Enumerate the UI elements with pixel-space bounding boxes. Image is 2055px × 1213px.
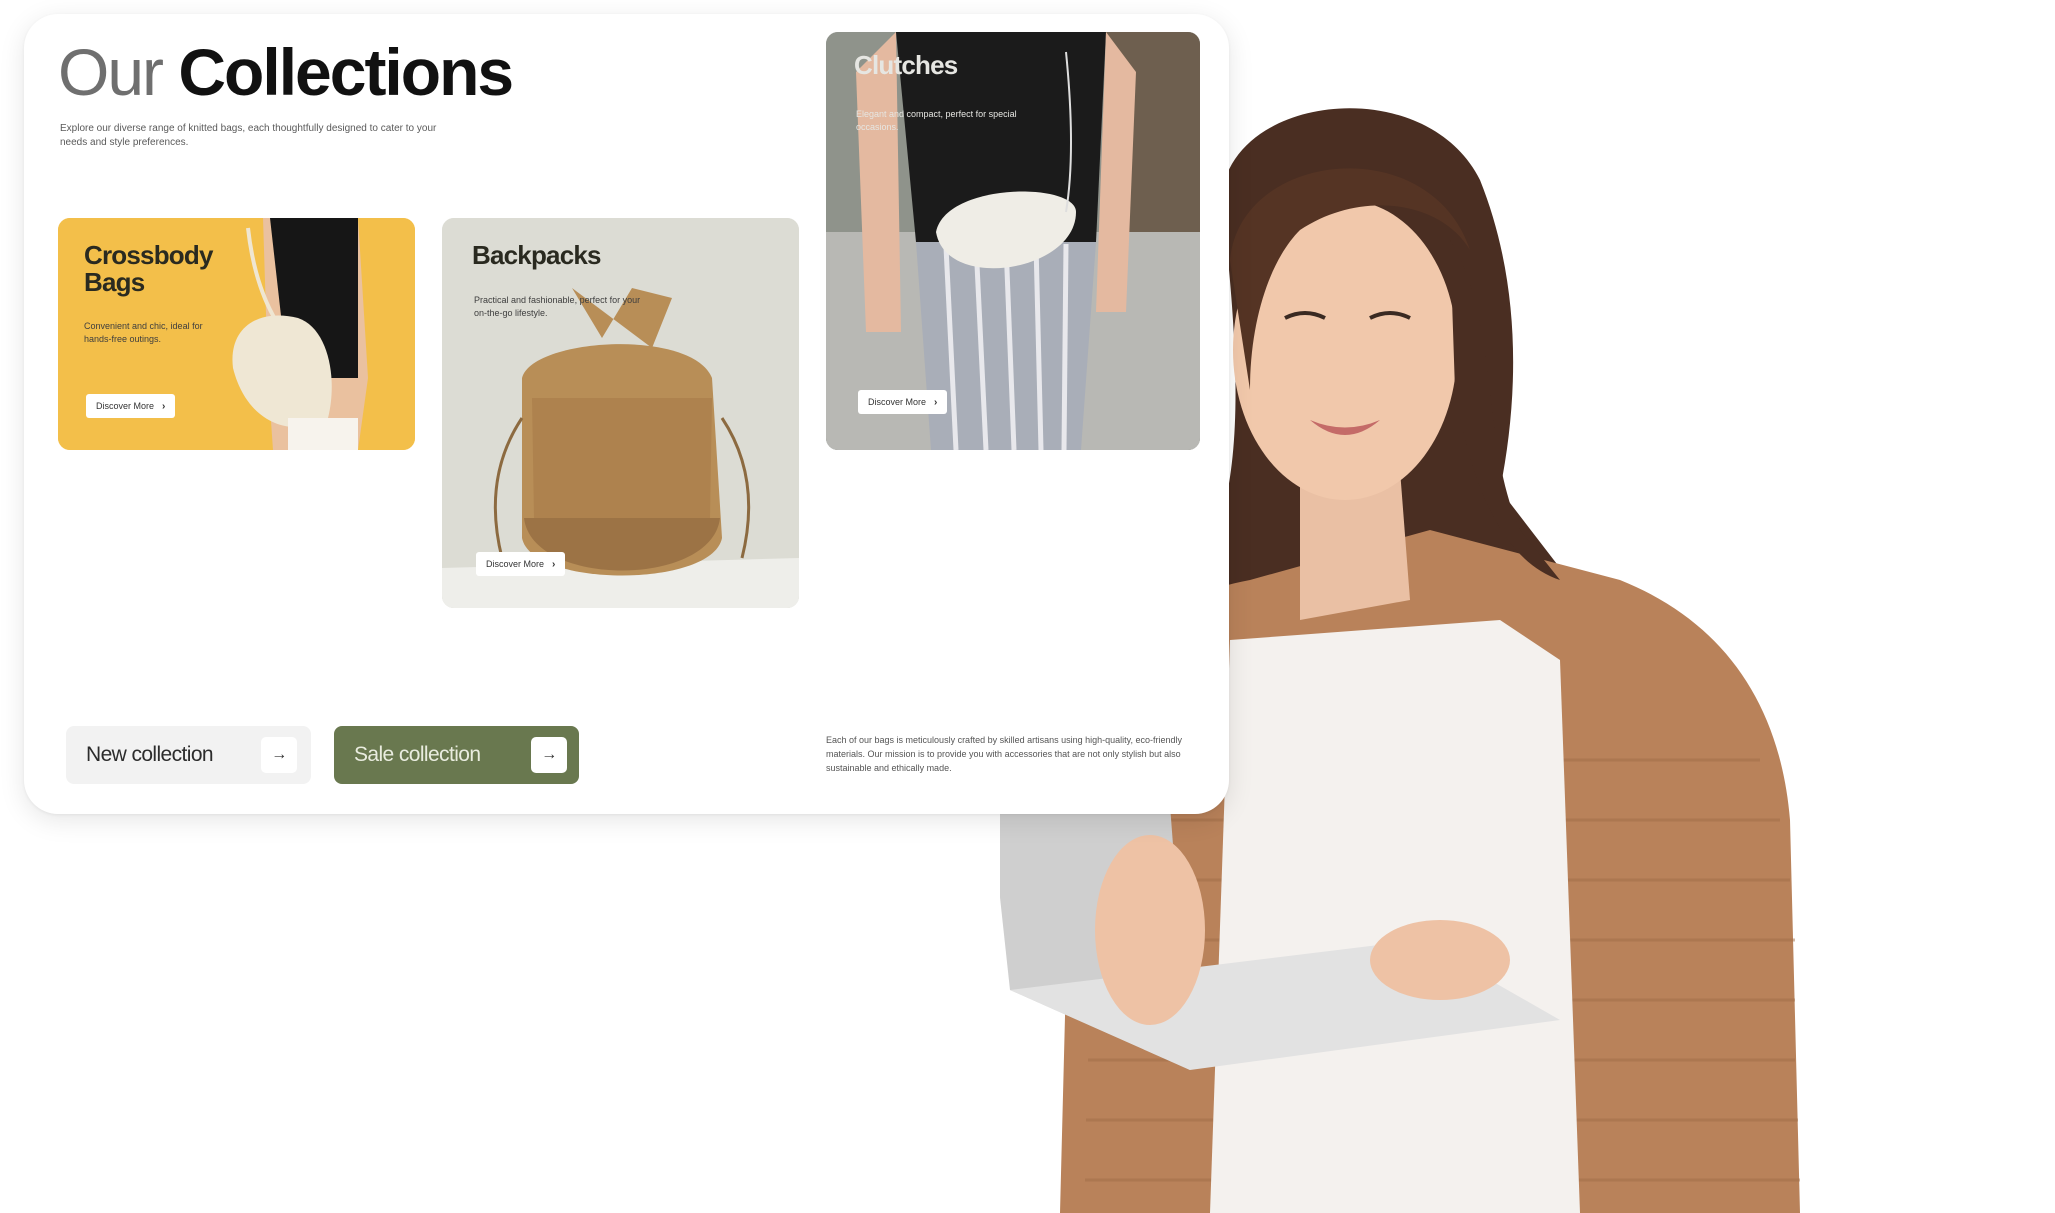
discover-more-label: Discover More: [868, 397, 927, 407]
tile-desc-clutches: Elegant and compact, perfect for special…: [856, 109, 1017, 132]
discover-more-label: Discover More: [96, 401, 155, 411]
clutch-image: [826, 32, 1200, 450]
collection-tile-clutches[interactable]: Clutches Elegant and compact, perfect fo…: [826, 32, 1200, 450]
tile-desc-crossbody: Convenient and chic, ideal for hands-fre…: [84, 321, 203, 344]
discover-more-button-clutches[interactable]: Discover More ›: [858, 390, 948, 414]
arrow-right-icon: →: [531, 737, 567, 773]
page-title-bold: Collections: [178, 35, 514, 109]
new-collection-button[interactable]: New collection →: [66, 726, 311, 784]
chevron-right-icon: ›: [552, 558, 556, 570]
discover-more-button-crossbody[interactable]: Discover More ›: [86, 394, 176, 418]
chevron-right-icon: ›: [162, 400, 166, 412]
intro-text: Explore our diverse range of knitted bag…: [60, 123, 437, 148]
tile-title-line2: Bags: [84, 267, 145, 298]
new-collection-label: New collection: [86, 743, 214, 766]
tile-title-crossbody: Crossbody Bags: [84, 240, 213, 298]
discover-more-label: Discover More: [486, 559, 545, 569]
collection-tile-backpacks[interactable]: Backpacks Practical and fashionable, per…: [442, 218, 799, 608]
arrow-right-icon: →: [261, 737, 297, 773]
backpack-image: [442, 218, 799, 608]
page-title: Our Collections: [58, 35, 514, 109]
tile-title-line1: Clutches: [854, 50, 958, 80]
tile-title-backpacks: Backpacks: [472, 240, 601, 270]
discover-more-button-backpacks[interactable]: Discover More ›: [476, 552, 566, 576]
chevron-right-icon: ›: [934, 396, 938, 408]
sale-collection-button[interactable]: Sale collection →: [334, 726, 579, 784]
collection-tile-crossbody[interactable]: Crossbody Bags Convenient and chic, idea…: [58, 218, 415, 450]
footer-description: Each of our bags is meticulously crafted…: [826, 735, 1183, 773]
tile-title-line1: Backpacks: [472, 240, 601, 270]
page-title-light: Our: [58, 35, 164, 109]
sale-collection-label: Sale collection: [354, 743, 481, 766]
tile-title-line1: Crossbody: [84, 240, 213, 270]
collections-card: Our Collections Explore our diverse rang…: [24, 14, 1229, 814]
tile-desc-backpacks: Practical and fashionable, perfect for y…: [474, 295, 641, 318]
tile-title-clutches: Clutches: [854, 50, 958, 80]
